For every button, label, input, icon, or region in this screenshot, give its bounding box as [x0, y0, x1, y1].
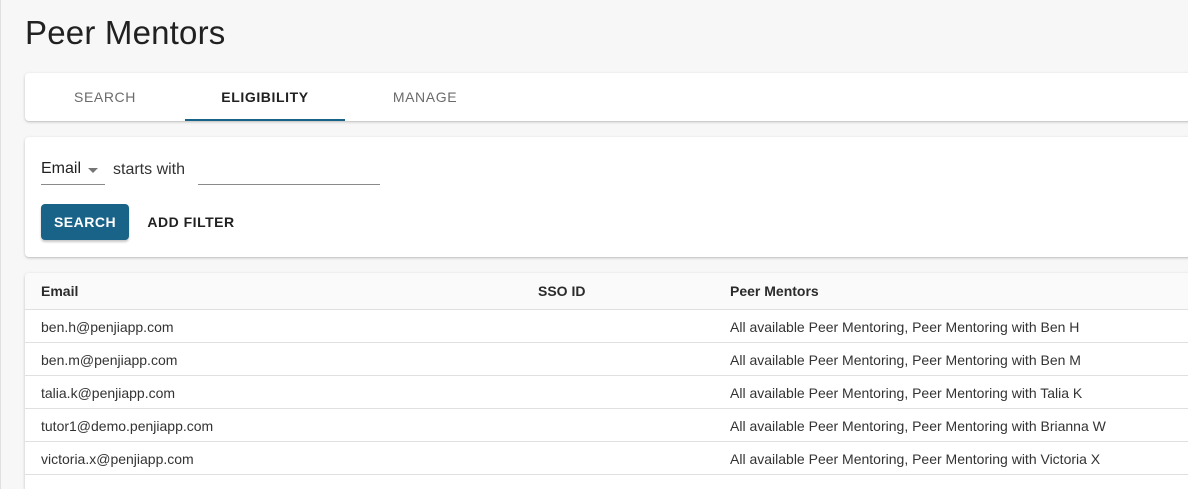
page-title: Peer Mentors	[25, 14, 226, 51]
eligibility-table: Email SSO ID Peer Mentors ben.h@penjiapp…	[25, 273, 1188, 489]
table-row[interactable]: talia.k@penjiapp.com All available Peer …	[25, 376, 1188, 409]
cell-peer-mentors: All available Peer Mentoring, Peer Mento…	[730, 352, 1081, 368]
table-row[interactable]: ben.h@penjiapp.com All available Peer Me…	[25, 310, 1188, 343]
filter-value-input[interactable]	[198, 159, 380, 185]
table-row[interactable]: ben.m@penjiapp.com All available Peer Me…	[25, 343, 1188, 376]
cell-email: tutor1@demo.penjiapp.com	[41, 418, 214, 434]
filter-field-select[interactable]: Email	[41, 159, 105, 185]
active-tab-indicator	[185, 119, 345, 121]
cell-email: victoria.x@penjiapp.com	[41, 451, 194, 467]
tab-search[interactable]: SEARCH	[25, 73, 185, 121]
cell-peer-mentors: All available Peer Mentoring, Peer Mento…	[730, 418, 1106, 434]
column-header-peer-mentors[interactable]: Peer Mentors	[730, 283, 819, 299]
cell-email: ben.m@penjiapp.com	[41, 352, 178, 368]
search-button[interactable]: SEARCH	[41, 204, 129, 240]
cell-peer-mentors: All available Peer Mentoring, Peer Mento…	[730, 385, 1083, 401]
cell-email: ben.h@penjiapp.com	[41, 319, 174, 335]
caret-down-icon	[88, 168, 98, 173]
tab-manage[interactable]: MANAGE	[345, 73, 505, 121]
filter-panel: Email starts with SEARCH ADD FILTER	[25, 137, 1188, 257]
cell-email: talia.k@penjiapp.com	[41, 385, 176, 401]
filter-operator-label: starts with	[113, 161, 186, 178]
tab-eligibility[interactable]: ELIGIBILITY	[185, 73, 345, 121]
table-header: Email SSO ID Peer Mentors	[25, 273, 1188, 310]
column-header-email[interactable]: Email	[41, 283, 78, 299]
column-header-sso-id[interactable]: SSO ID	[538, 283, 585, 299]
table-row[interactable]: victoria.x@penjiapp.com All available Pe…	[25, 442, 1188, 475]
page: Peer Mentors SEARCH ELIGIBILITY MANAGE E…	[0, 0, 1188, 489]
tab-bar: SEARCH ELIGIBILITY MANAGE	[25, 73, 1188, 121]
table-row[interactable]: tutor1@demo.penjiapp.com All available P…	[25, 409, 1188, 442]
add-filter-button[interactable]: ADD FILTER	[143, 204, 239, 240]
cell-peer-mentors: All available Peer Mentoring, Peer Mento…	[730, 451, 1101, 467]
cell-peer-mentors: All available Peer Mentoring, Peer Mento…	[730, 319, 1080, 335]
filter-field-value: Email	[41, 160, 82, 177]
left-divider	[0, 0, 1, 489]
